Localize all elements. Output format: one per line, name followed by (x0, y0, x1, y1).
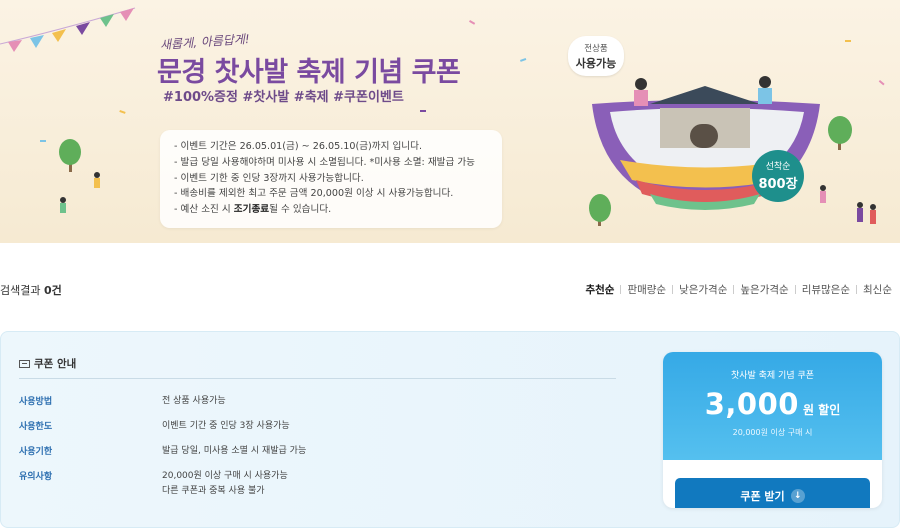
search-result-count: 검색결과 0건 (0, 284, 62, 297)
info-key: 사용한도 (19, 422, 53, 432)
notice-line: - 발급 당일 사용해야하며 미사용 시 소멸됩니다. *미사용 소멸: 재발급… (174, 156, 475, 168)
coupon-card-header: 찻사발 축제 기념 쿠폰 3,000 원 할인 20,000원 이상 구매 시 (663, 352, 882, 460)
badge-small-text: 선착순 (765, 162, 791, 172)
info-row: 사용방법 전 상품 사용가능 (19, 394, 306, 408)
divider (19, 378, 616, 379)
event-banner: 새롭게, 아름답게! 문경 찻사발 축제 기념 쿠폰 #100%증정 #찻사발 … (0, 0, 900, 243)
all-products-bubble: 전상품 사용가능 (568, 36, 624, 76)
info-row: 사용기한 발급 당일, 미사용 소멸 시 재발급 가능 (19, 444, 306, 458)
coupon-card: 찻사발 축제 기념 쿠폰 3,000 원 할인 20,000원 이상 구매 시 … (663, 352, 882, 508)
coupon-min-purchase: 20,000원 이상 구매 시 (732, 428, 813, 437)
sort-price-low[interactable]: 낮은가격순 (673, 282, 733, 297)
coupon-info-heading: 쿠폰 안내 (19, 356, 76, 371)
info-value: 전 상품 사용가능 (162, 396, 226, 406)
info-key: 사용방법 (19, 397, 53, 407)
event-notice-box: - 이벤트 기간은 26.05.01(금) ~ 26.05.10(금)까지 입니… (160, 130, 502, 228)
coupon-amount: 3,000 원 할인 (663, 387, 882, 421)
info-row: 유의사항 20,000원 이상 구매 시 사용가능 다른 쿠폰과 중복 사용 불… (19, 469, 306, 499)
sort-recommended[interactable]: 추천순 (579, 282, 620, 297)
notice-line: - 이벤트 기간은 26.05.01(금) ~ 26.05.10(금)까지 입니… (174, 141, 423, 152)
banner-hashtags: #100%증정 #찻사발 #축제 #쿠폰이벤트 (163, 90, 404, 105)
info-key: 유의사항 (19, 472, 53, 482)
info-key: 사용기한 (19, 447, 53, 457)
info-value-line: 20,000원 이상 구매 시 사용가능 (162, 471, 288, 481)
sort-newest[interactable]: 최신순 (857, 282, 898, 297)
info-value-line: 다른 쿠폰과 중복 사용 불가 (162, 486, 265, 496)
notice-line: - 이벤트 기한 중 인당 3장까지 사용가능합니다. (174, 172, 364, 184)
sort-price-high[interactable]: 높은가격순 (734, 282, 794, 297)
coupon-info-panel: 쿠폰 안내 사용방법 전 상품 사용가능 사용한도 이벤트 기간 중 인당 3장… (0, 331, 900, 528)
bubble-big-text: 사용가능 (575, 57, 617, 70)
sort-reviews[interactable]: 리뷰많은순 (796, 282, 856, 297)
coupon-amount-unit: 원 할인 (802, 403, 841, 417)
info-value: 이벤트 기간 중 인당 3장 사용가능 (162, 421, 290, 431)
download-icon: ↓ (790, 489, 805, 503)
bubble-small-text: 전상품 (584, 44, 608, 54)
sort-sales[interactable]: 판매량순 (621, 282, 672, 297)
notice-line: - 배송비를 제외한 최고 주문 금액 20,000원 이상 시 사용가능합니다… (174, 188, 454, 200)
coupon-name: 찻사발 축제 기념 쿠폰 (730, 371, 815, 381)
coupon-info-title: 쿠폰 안내 (34, 358, 77, 370)
info-row: 사용한도 이벤트 기간 중 인당 3장 사용가능 (19, 419, 306, 433)
notice-line: - 예산 소진 시 조기종료될 수 있습니다. (174, 204, 332, 216)
badge-big-text: 800장 (758, 177, 798, 192)
sort-options: 추천순 판매량순 낮은가격순 높은가격순 리뷰많은순 최신순 (579, 282, 898, 297)
get-coupon-label: 쿠폰 받기 (740, 490, 785, 503)
coupon-amount-number: 3,000 (704, 387, 799, 421)
get-coupon-button[interactable]: 쿠폰 받기 ↓ (675, 478, 870, 508)
first-come-badge: 선착순 800장 (752, 150, 804, 202)
info-value: 20,000원 이상 구매 시 사용가능 다른 쿠폰과 중복 사용 불가 (162, 469, 288, 499)
banner-title: 문경 찻사발 축제 기념 쿠폰 (157, 57, 461, 88)
coupon-info-rows: 사용방법 전 상품 사용가능 사용한도 이벤트 기간 중 인당 3장 사용가능 … (19, 394, 306, 510)
ticket-icon (19, 359, 30, 368)
info-value: 발급 당일, 미사용 소멸 시 재발급 가능 (162, 446, 307, 456)
